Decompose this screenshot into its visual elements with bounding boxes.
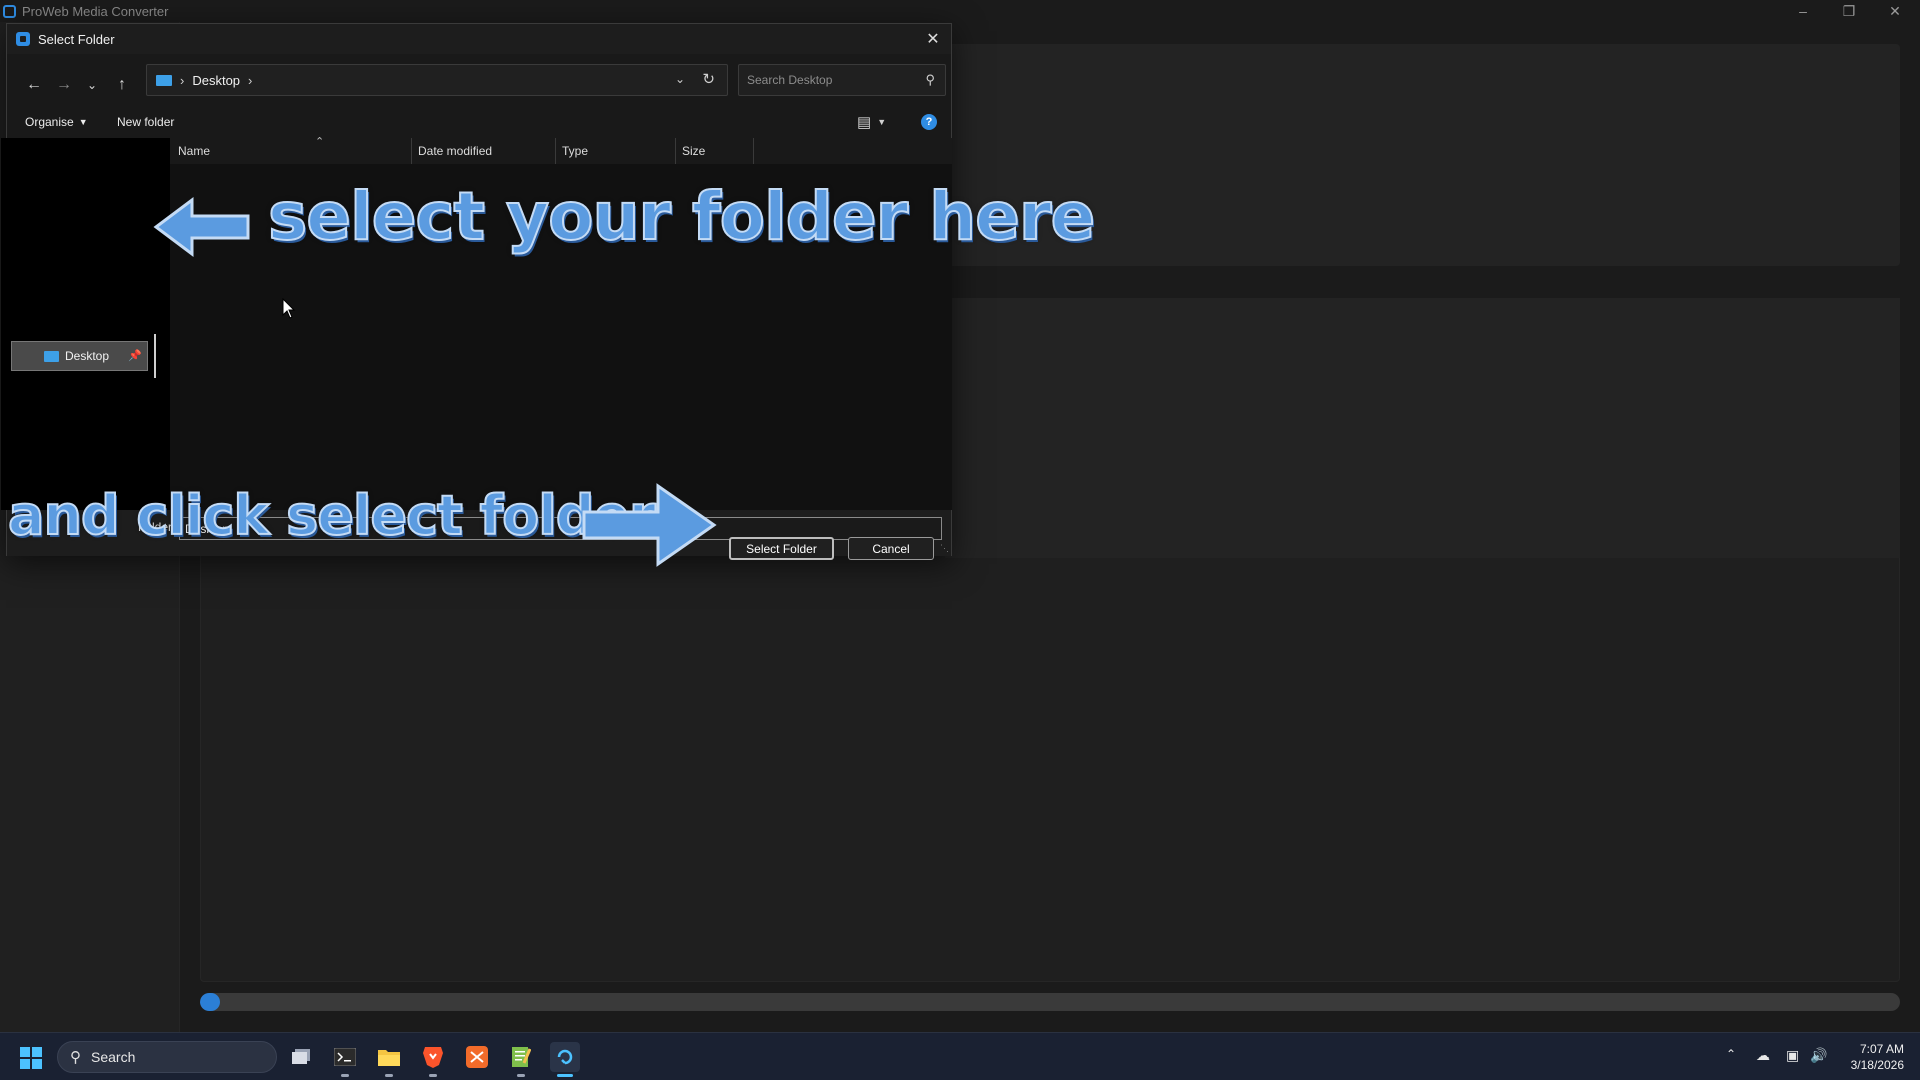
app-titlebar: ProWeb Media Converter – ❐ ✕ [0,0,1920,22]
cancel-button[interactable]: Cancel [848,537,934,560]
refresh-icon[interactable]: ↻ [702,70,715,88]
column-header-date-modified[interactable]: Date modified [412,138,556,164]
desktop-folder-icon [44,350,59,362]
select-folder-dialog: Select Folder ✕ ← → ⌄ ↑ › Desktop › ⌄ ↻ … [1,23,952,560]
new-folder-button[interactable]: New folder [117,115,174,129]
help-icon[interactable]: ? [921,114,937,130]
column-header-size[interactable]: Size [676,138,754,164]
minimize-button[interactable]: – [1780,0,1826,22]
taskbar-search-box[interactable]: ⚲ Search [57,1041,277,1073]
search-icon: ⚲ [925,72,935,87]
organise-button[interactable]: Organise ▼ [25,115,88,129]
caret-down-icon: ▼ [877,117,887,127]
dialog-app-icon [16,32,30,46]
running-indicator [385,1074,393,1077]
navigation-pane: Desktop 📌 [1,138,171,510]
taskbar-search-label: Search [91,1049,136,1065]
taskbar: ⚲ Search ⌃ ☁ ▣ 🔊 7:07 AM 3/18/2026 [0,1032,1920,1080]
network-icon[interactable]: ▣ [1786,1047,1799,1064]
column-header-label: Size [682,144,706,158]
recent-locations-chevron-icon[interactable]: ⌄ [79,72,105,98]
details-view-icon: ▤ [857,114,872,131]
annotation-click-select-hint: and click select folder [7,483,657,548]
restore-button[interactable]: ❐ [1826,0,1872,22]
forward-arrow-icon[interactable]: → [51,72,77,98]
address-history-chevron-icon[interactable]: ⌄ [675,72,685,86]
search-icon: ⚲ [70,1049,81,1066]
onedrive-offline-icon[interactable]: ☁ [1756,1047,1770,1064]
running-indicator [429,1074,437,1077]
back-arrow-icon[interactable]: ← [21,72,47,98]
clock-date: 3/18/2026 [1850,1058,1904,1072]
task-view-icon[interactable] [286,1042,316,1072]
breadcrumb-separator-icon: › [180,72,185,88]
resize-grip-icon[interactable]: ⋱ [940,543,949,554]
annotation-select-folder-hint: select your folder here [267,177,1096,256]
pc-location-icon [156,74,172,86]
volume-icon[interactable]: 🔊 [1810,1047,1827,1064]
brave-browser-icon[interactable] [418,1042,448,1077]
column-header-name[interactable]: Name [172,138,412,164]
column-header-label: Date modified [418,144,493,158]
command-bar: Organise ▼ New folder ▤ ▼ ? [7,108,951,138]
column-headers: Name ⌃ Date modified Type Size [170,136,952,164]
progress-fill [200,993,221,1011]
notepad-icon[interactable] [506,1042,536,1077]
pin-icon: 📌 [128,350,142,362]
active-indicator [557,1074,573,1077]
running-indicator [517,1074,525,1077]
select-folder-button[interactable]: Select Folder [729,537,834,560]
organise-label: Organise [25,115,74,129]
dialog-titlebar: Select Folder ✕ [7,24,951,54]
orange-app-icon[interactable] [462,1042,492,1072]
annotation-right-arrow-icon [582,483,717,567]
app-logo-icon [3,4,16,18]
up-arrow-icon[interactable]: ↑ [109,72,135,98]
system-clock[interactable]: 7:07 AM 3/18/2026 [1836,1041,1904,1073]
address-bar[interactable]: › Desktop › ⌄ ↻ [146,64,728,96]
tray-overflow-chevron-icon[interactable]: ⌃ [1726,1047,1736,1061]
breadcrumb-desktop[interactable]: Desktop [192,73,240,88]
app-main-panel-header [945,298,1900,558]
nav-item-label: Desktop [65,349,110,363]
progress-bar [200,993,1900,1011]
search-input[interactable]: Search Desktop ⚲ [738,64,946,96]
column-header-label: Name [178,144,211,158]
app-title: ProWeb Media Converter [22,3,169,19]
annotation-left-arrow-icon [153,197,250,257]
windows-start-icon[interactable] [20,1047,42,1069]
clock-time: 7:07 AM [1859,1042,1904,1056]
dialog-title: Select Folder [38,31,115,47]
dialog-close-button[interactable]: ✕ [921,27,945,51]
caret-down-icon: ▼ [78,117,88,127]
mouse-cursor-icon [282,298,296,319]
nav-item-desktop[interactable]: Desktop 📌 [11,341,148,371]
proweb-media-converter-icon[interactable] [550,1042,580,1077]
search-placeholder: Search Desktop [747,73,833,87]
file-explorer-icon[interactable] [374,1042,404,1077]
app-close-button[interactable]: ✕ [1872,0,1918,22]
breadcrumb-separator-icon[interactable]: › [248,73,252,88]
terminal-icon[interactable] [330,1042,360,1077]
sort-ascending-icon: ⌃ [315,136,325,148]
column-header-type[interactable]: Type [556,138,676,164]
pane-splitter[interactable] [154,334,156,378]
running-indicator [341,1074,349,1077]
view-options-button[interactable]: ▤ ▼ [857,113,886,131]
column-header-label: Type [562,144,589,158]
